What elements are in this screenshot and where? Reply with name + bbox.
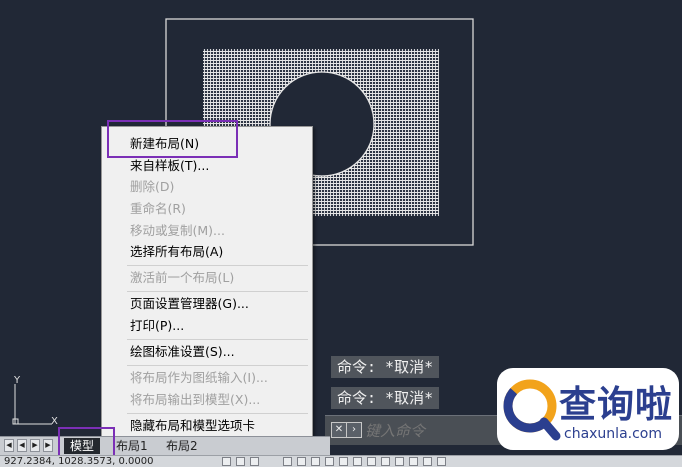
tab-layout2[interactable]: 布局2 (160, 438, 204, 454)
menu-item-hide-tabs[interactable]: 隐藏布局和模型选项卡 (130, 417, 255, 435)
menu-item-activate-previous: 激活前一个布局(L) (130, 270, 235, 285)
magnifier-logo-icon (503, 379, 561, 441)
ucs-y-label: Y (13, 375, 21, 386)
highlight-box-new-layout (107, 120, 238, 158)
menu-separator (127, 291, 308, 292)
watermark-logo: 查询啦 chaxunla.com (497, 368, 679, 450)
transparency-toggle-icon[interactable] (339, 457, 348, 466)
watermark-subtext: chaxunla.com (564, 426, 662, 442)
menu-item-page-setup-manager[interactable]: 页面设置管理器(G)... (130, 295, 249, 313)
watermark-text: 查询啦 (559, 383, 673, 426)
menu-item-from-template[interactable]: 来自样板(T)... (130, 157, 209, 175)
selection-cycling-icon[interactable] (353, 457, 362, 466)
otrack-toggle-icon[interactable] (311, 457, 320, 466)
ucs-x-label: X (51, 416, 58, 427)
menu-item-delete: 删除(D) (130, 179, 175, 194)
menu-separator (127, 365, 308, 366)
isolate-objects-icon[interactable] (395, 457, 404, 466)
layout-context-menu: 新建布局(N) 来自样板(T)... 删除(D) 重命名(R) 移动或复制(M)… (101, 126, 313, 440)
hardware-acceleration-icon[interactable] (409, 457, 418, 466)
menu-item-rename: 重命名(R) (130, 201, 186, 216)
menu-separator (127, 339, 308, 340)
tab-layout1[interactable]: 布局1 (110, 438, 154, 454)
menu-item-drafting-standards[interactable]: 绘图标准设置(S)... (130, 343, 235, 361)
grid-toggle-icon[interactable] (222, 457, 231, 466)
ortho-toggle-icon[interactable] (250, 457, 259, 466)
first-tab-button[interactable]: ◀ (4, 439, 14, 452)
clean-screen-icon[interactable] (423, 457, 432, 466)
menu-separator (127, 265, 308, 266)
annotation-scale-icon[interactable] (367, 457, 376, 466)
polar-toggle-icon[interactable] (283, 457, 292, 466)
menu-item-export-layout: 将布局输出到模型(X)... (130, 392, 261, 407)
command-prompt-icon[interactable]: › (346, 422, 362, 438)
layout-tab-bar: ◀ ◀ ▶ ▶ 模型 布局1 布局2 (0, 436, 330, 455)
command-history-line: 命令: *取消* (331, 387, 440, 409)
last-tab-button[interactable]: ▶ (43, 439, 53, 452)
ucs-icon: Y X (12, 375, 58, 427)
customization-icon[interactable] (437, 457, 446, 466)
close-icon[interactable]: ✕ (331, 422, 347, 438)
snap-toggle-icon[interactable] (236, 457, 245, 466)
previous-tab-button[interactable]: ◀ (17, 439, 27, 452)
menu-item-move-copy: 移动或复制(M)... (130, 223, 225, 238)
menu-item-import-layout: 将布局作为图纸输入(I)... (130, 370, 268, 385)
next-tab-button[interactable]: ▶ (30, 439, 40, 452)
lineweight-toggle-icon[interactable] (325, 457, 334, 466)
coordinate-readout: 927.2384, 1028.3573, 0.0000 (4, 456, 154, 467)
menu-item-select-all-layouts[interactable]: 选择所有布局(A) (130, 243, 223, 261)
menu-separator (127, 413, 308, 414)
command-history-line: 命令: *取消* (331, 356, 440, 378)
workspace-icon[interactable] (381, 457, 390, 466)
status-bar: 927.2384, 1028.3573, 0.0000 (0, 455, 682, 467)
osnap-toggle-icon[interactable] (297, 457, 306, 466)
menu-item-plot[interactable]: 打印(P)... (130, 317, 184, 335)
